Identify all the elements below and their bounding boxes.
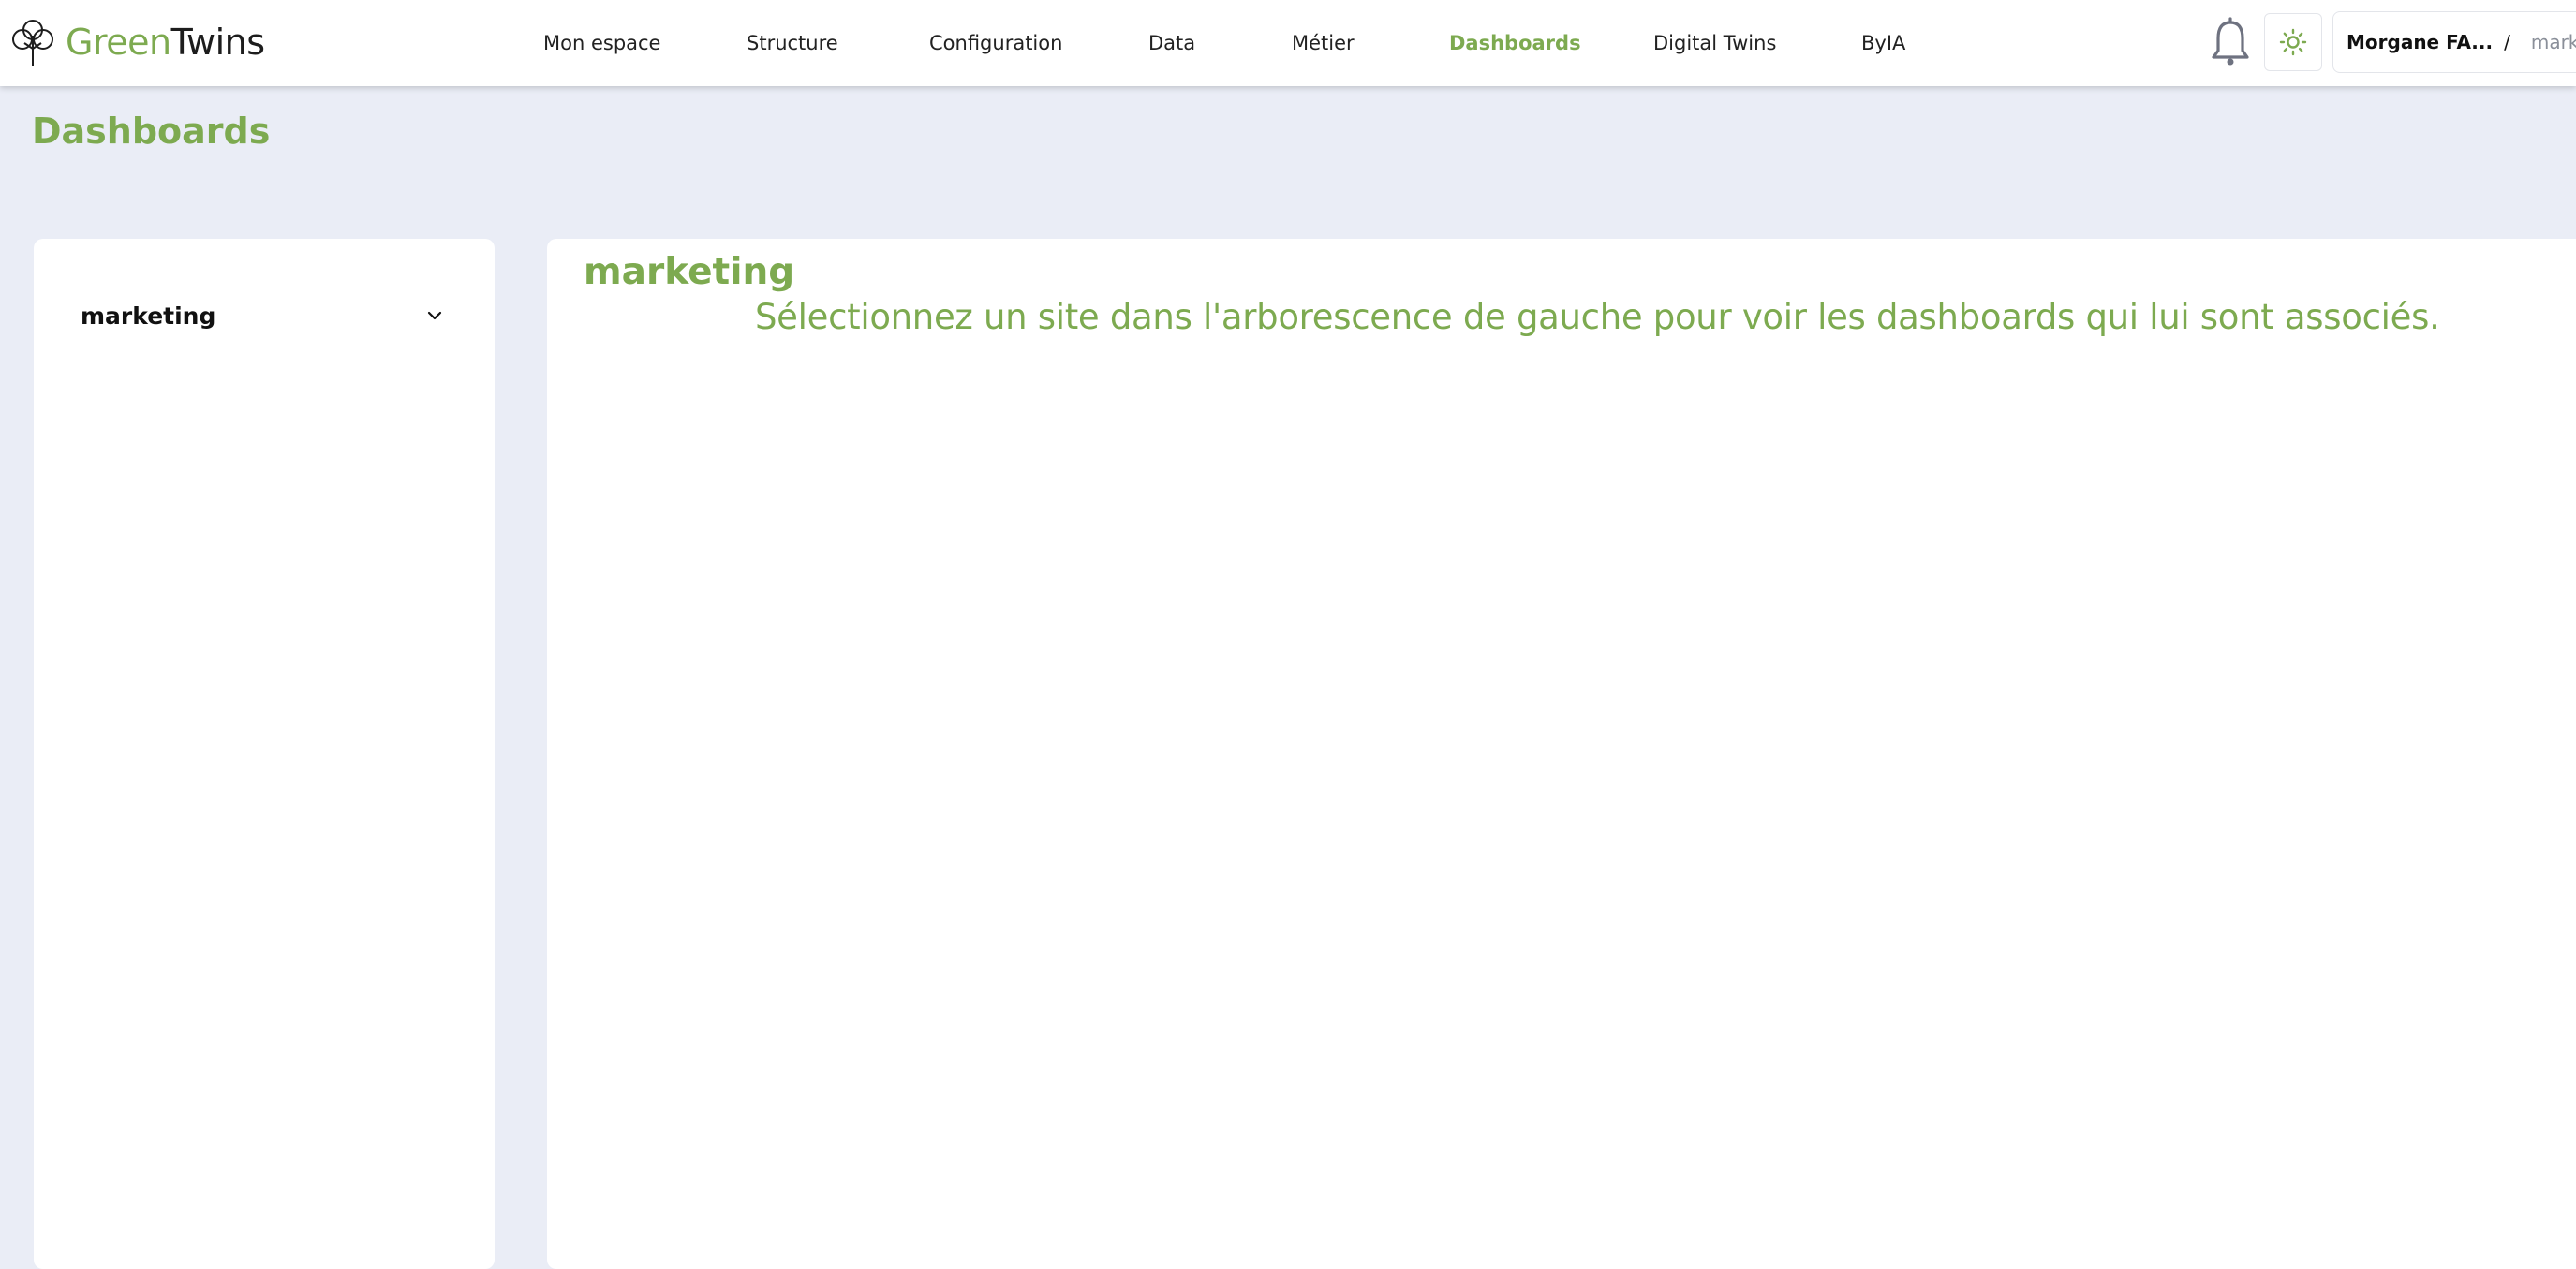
sun-icon xyxy=(2279,28,2307,56)
nav-mon-espace[interactable]: Mon espace xyxy=(543,0,660,86)
nav-data[interactable]: Data xyxy=(1148,0,1195,86)
organization-name: marketing xyxy=(2530,31,2576,53)
nav-structure[interactable]: Structure xyxy=(747,0,838,86)
top-navigation-bar: GreenTwins Mon espace Structure Configur… xyxy=(0,0,2576,86)
bell-icon[interactable] xyxy=(2208,17,2253,67)
site-tree-panel: marketing xyxy=(34,239,495,1269)
tree-logo-icon xyxy=(12,20,53,66)
theme-toggle-button[interactable] xyxy=(2264,13,2322,71)
page-title: Dashboards xyxy=(32,111,271,152)
tree-item-marketing[interactable]: marketing xyxy=(81,292,446,339)
user-name: Morgane FA... xyxy=(2347,31,2494,53)
chevron-down-icon[interactable] xyxy=(423,304,446,327)
nav-configuration[interactable]: Configuration xyxy=(929,0,1062,86)
tree-item-label: marketing xyxy=(81,302,216,330)
nav-metier[interactable]: Métier xyxy=(1292,0,1355,86)
nav-byia[interactable]: ByIA xyxy=(1861,0,1905,86)
logo-wordmark: GreenTwins xyxy=(66,22,265,63)
dashboards-content-panel: marketing Sélectionnez un site dans l'ar… xyxy=(547,239,2576,1269)
selected-site-title: marketing xyxy=(584,251,795,293)
user-organization-selector[interactable]: Morgane FA... / marketing xyxy=(2332,11,2576,73)
empty-state-message: Sélectionnez un site dans l'arborescence… xyxy=(755,297,2440,337)
nav-dashboards[interactable]: Dashboards xyxy=(1449,0,1581,86)
nav-digital-twins[interactable]: Digital Twins xyxy=(1653,0,1776,86)
breadcrumb-separator: / xyxy=(2504,31,2510,53)
greentwins-logo[interactable]: GreenTwins xyxy=(9,17,265,67)
